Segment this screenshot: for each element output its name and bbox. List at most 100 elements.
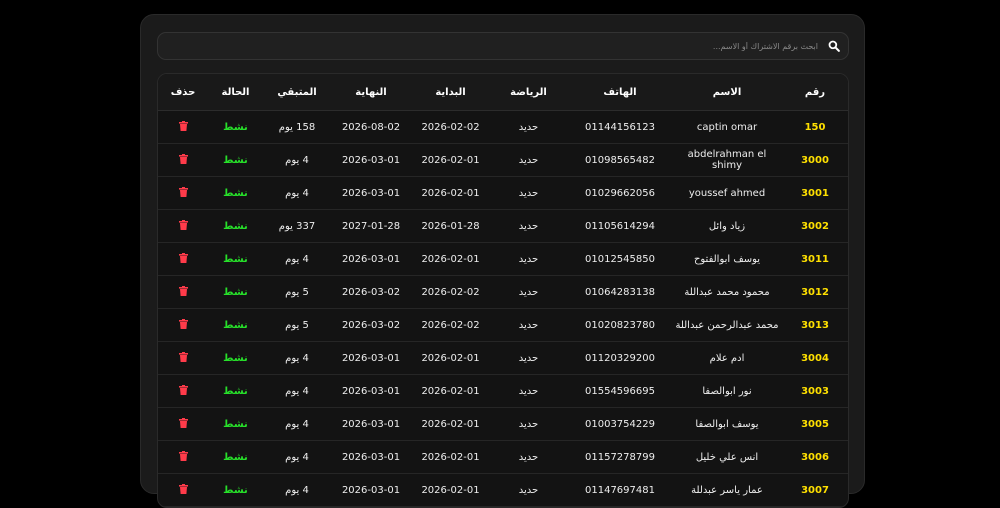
cell-name: محمد عبدالرحمن عبداللة <box>673 308 781 342</box>
cell-end: 2026-03-01 <box>331 440 411 474</box>
cell-sport: حديد <box>490 275 567 309</box>
cell-id: 3006 <box>781 440 848 474</box>
delete-button[interactable] <box>158 242 208 276</box>
delete-button[interactable] <box>158 341 208 375</box>
cell-end: 2026-03-01 <box>331 407 411 441</box>
cell-start: 2026-02-02 <box>411 308 490 342</box>
table-row: 3005 يوسف ابوالصفا 01003754229 حديد 2026-02-… <box>158 407 848 441</box>
cell-phone: 01105614294 <box>567 209 673 243</box>
members-table: رقم الاسم الهاتف الرياضة البداية النهاية… <box>157 73 849 508</box>
cell-remaining: 5 يوم <box>263 275 331 309</box>
delete-button[interactable] <box>158 308 208 342</box>
header-sport: الرياضة <box>490 74 567 111</box>
search-icon[interactable] <box>828 40 840 52</box>
table-row: 3012 محمود محمد عبداللة 01064283138 حديد 202… <box>158 275 848 309</box>
header-delete: حذف <box>158 74 208 111</box>
cell-id: 3007 <box>781 473 848 507</box>
delete-button[interactable] <box>158 407 208 441</box>
cell-remaining: 4 يوم <box>263 176 331 210</box>
cell-end: 2026-03-01 <box>331 176 411 210</box>
delete-button[interactable] <box>158 440 208 474</box>
cell-id: 3005 <box>781 407 848 441</box>
cell-status: نشط <box>208 242 263 276</box>
header-end: النهاية <box>331 74 411 111</box>
table-header: رقم الاسم الهاتف الرياضة البداية النهاية… <box>158 74 848 111</box>
cell-remaining: 4 يوم <box>263 242 331 276</box>
cell-phone: 01554596695 <box>567 374 673 408</box>
delete-button[interactable] <box>158 143 208 177</box>
cell-remaining: 4 يوم <box>263 143 331 177</box>
cell-name: يوسف ابوالفتوح <box>673 242 781 276</box>
cell-start: 2026-02-01 <box>411 374 490 408</box>
delete-button[interactable] <box>158 275 208 309</box>
cell-remaining: 158 يوم <box>263 110 331 144</box>
cell-name: abdelrahman el shimy <box>673 143 781 177</box>
trash-icon <box>178 318 188 329</box>
cell-start: 2026-01-28 <box>411 209 490 243</box>
cell-remaining: 4 يوم <box>263 374 331 408</box>
delete-button[interactable] <box>158 110 208 144</box>
cell-name: يوسف ابوالصفا <box>673 407 781 441</box>
cell-sport: حديد <box>490 374 567 408</box>
cell-end: 2027-01-28 <box>331 209 411 243</box>
cell-phone: 01020823780 <box>567 308 673 342</box>
header-phone: الهاتف <box>567 74 673 111</box>
cell-id: 3003 <box>781 374 848 408</box>
trash-icon <box>178 483 188 494</box>
cell-sport: حديد <box>490 341 567 375</box>
search-input[interactable] <box>158 40 820 52</box>
cell-start: 2026-02-01 <box>411 407 490 441</box>
header-status: الحالة <box>208 74 263 111</box>
table-row: 150 captin omar 01144156123 حديد 2026-02-02 2… <box>158 110 848 144</box>
cell-status: نشط <box>208 209 263 243</box>
header-remaining: المتبقي <box>263 74 331 111</box>
cell-sport: حديد <box>490 407 567 441</box>
table-row: 3007 عمار ياسر عبدللة 01147697481 حديد 2026-… <box>158 473 848 507</box>
cell-sport: حديد <box>490 308 567 342</box>
cell-phone: 01098565482 <box>567 143 673 177</box>
search-bar <box>157 32 849 60</box>
cell-remaining: 4 يوم <box>263 407 331 441</box>
trash-icon <box>178 285 188 296</box>
header-name: الاسم <box>673 74 781 111</box>
cell-status: نشط <box>208 407 263 441</box>
delete-button[interactable] <box>158 473 208 507</box>
cell-start: 2026-02-02 <box>411 110 490 144</box>
cell-remaining: 4 يوم <box>263 440 331 474</box>
cell-remaining: 337 يوم <box>263 209 331 243</box>
cell-status: نشط <box>208 473 263 507</box>
members-panel: رقم الاسم الهاتف الرياضة البداية النهاية… <box>140 14 865 508</box>
cell-status: نشط <box>208 143 263 177</box>
cell-status: نشط <box>208 374 263 408</box>
cell-phone: 01064283138 <box>567 275 673 309</box>
cell-phone: 01029662056 <box>567 176 673 210</box>
cell-remaining: 5 يوم <box>263 308 331 342</box>
cell-id: 3000 <box>781 143 848 177</box>
cell-phone: 01147697481 <box>567 473 673 507</box>
cell-start: 2026-02-01 <box>411 176 490 210</box>
cell-end: 2026-03-02 <box>331 275 411 309</box>
cell-end: 2026-03-01 <box>331 341 411 375</box>
cell-start: 2026-02-02 <box>411 275 490 309</box>
trash-icon <box>178 417 188 428</box>
cell-start: 2026-02-01 <box>411 440 490 474</box>
cell-id: 3013 <box>781 308 848 342</box>
cell-status: نشط <box>208 341 263 375</box>
trash-icon <box>178 219 188 230</box>
cell-name: زياد وائل <box>673 209 781 243</box>
cell-id: 3002 <box>781 209 848 243</box>
cell-status: نشط <box>208 176 263 210</box>
cell-end: 2026-03-01 <box>331 242 411 276</box>
delete-button[interactable] <box>158 374 208 408</box>
trash-icon <box>178 186 188 197</box>
cell-sport: حديد <box>490 143 567 177</box>
trash-icon <box>178 450 188 461</box>
cell-phone: 01144156123 <box>567 110 673 144</box>
cell-name: انس علي خليل <box>673 440 781 474</box>
delete-button[interactable] <box>158 176 208 210</box>
cell-start: 2026-02-01 <box>411 242 490 276</box>
cell-end: 2026-03-01 <box>331 374 411 408</box>
cell-phone: 01012545850 <box>567 242 673 276</box>
delete-button[interactable] <box>158 209 208 243</box>
cell-sport: حديد <box>490 176 567 210</box>
